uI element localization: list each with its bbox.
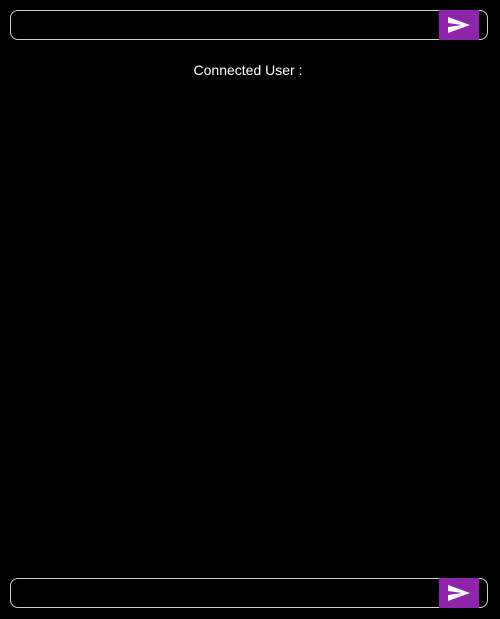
bottom-message-input[interactable] xyxy=(19,582,443,606)
app-window: Connected User : xyxy=(0,0,500,619)
bottom-message-bar xyxy=(10,578,488,608)
send-icon xyxy=(448,585,470,601)
top-message-input[interactable] xyxy=(19,14,443,38)
send-icon xyxy=(448,17,470,33)
top-message-bar xyxy=(10,10,488,40)
top-send-button[interactable] xyxy=(439,10,479,40)
connected-user-label: Connected User : xyxy=(193,62,303,78)
bottom-send-button[interactable] xyxy=(439,578,479,608)
